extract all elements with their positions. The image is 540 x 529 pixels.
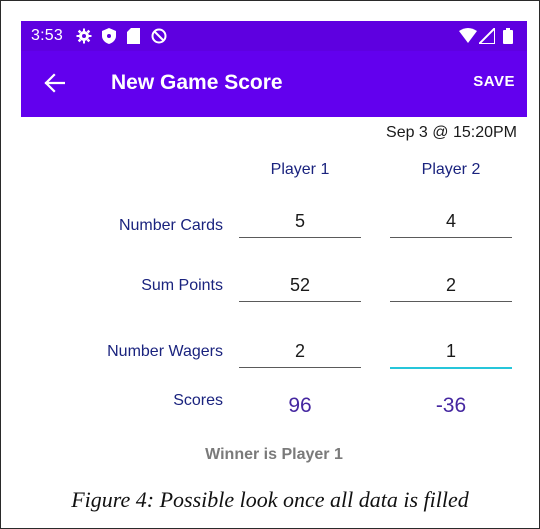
player-1-number-wagers-input[interactable] [239, 335, 361, 368]
player-1-score: 96 [288, 394, 312, 417]
game-date: Sep 3 @ 15:20PM [386, 124, 517, 141]
save-button[interactable]: SAVE [473, 73, 515, 90]
phone-screen: 3:53 New Game Score SAVE Sep 3 @ 15:20PM… [21, 21, 527, 476]
status-right-icons [459, 28, 519, 44]
sd-card-icon [127, 28, 140, 44]
player-2-sum-points-input[interactable] [390, 269, 512, 302]
shield-icon [102, 28, 116, 44]
player-2-number-wagers-input[interactable] [390, 335, 512, 369]
player-1-number-cards-input[interactable] [239, 205, 361, 238]
number-wagers-label: Number Wagers [107, 343, 223, 360]
player-2-number-cards-input[interactable] [390, 205, 512, 238]
scores-label: Scores [173, 392, 223, 409]
settings-icon [76, 28, 92, 44]
app-bar: New Game Score SAVE [21, 51, 527, 117]
winner-text: Winner is Player 1 [205, 446, 343, 463]
page-title: New Game Score [111, 71, 283, 94]
signal-icon [479, 28, 495, 44]
figure-caption: Figure 4: Possible look once all data is… [71, 487, 469, 512]
wifi-icon [459, 28, 477, 43]
arrow-left-icon[interactable] [43, 72, 65, 94]
battery-icon [503, 28, 513, 44]
sum-points-label: Sum Points [141, 277, 223, 294]
figure-frame: 3:53 New Game Score SAVE Sep 3 @ 15:20PM… [0, 0, 540, 529]
number-cards-label: Number Cards [118, 217, 223, 234]
player-1-header: Player 1 [270, 161, 330, 178]
at-sign-icon [151, 28, 167, 44]
status-time: 3:53 [31, 27, 63, 44]
status-bar: 3:53 [21, 21, 527, 51]
player-1-sum-points-input[interactable] [239, 269, 361, 302]
player-2-header: Player 2 [421, 161, 481, 178]
player-2-score: -36 [435, 394, 467, 417]
